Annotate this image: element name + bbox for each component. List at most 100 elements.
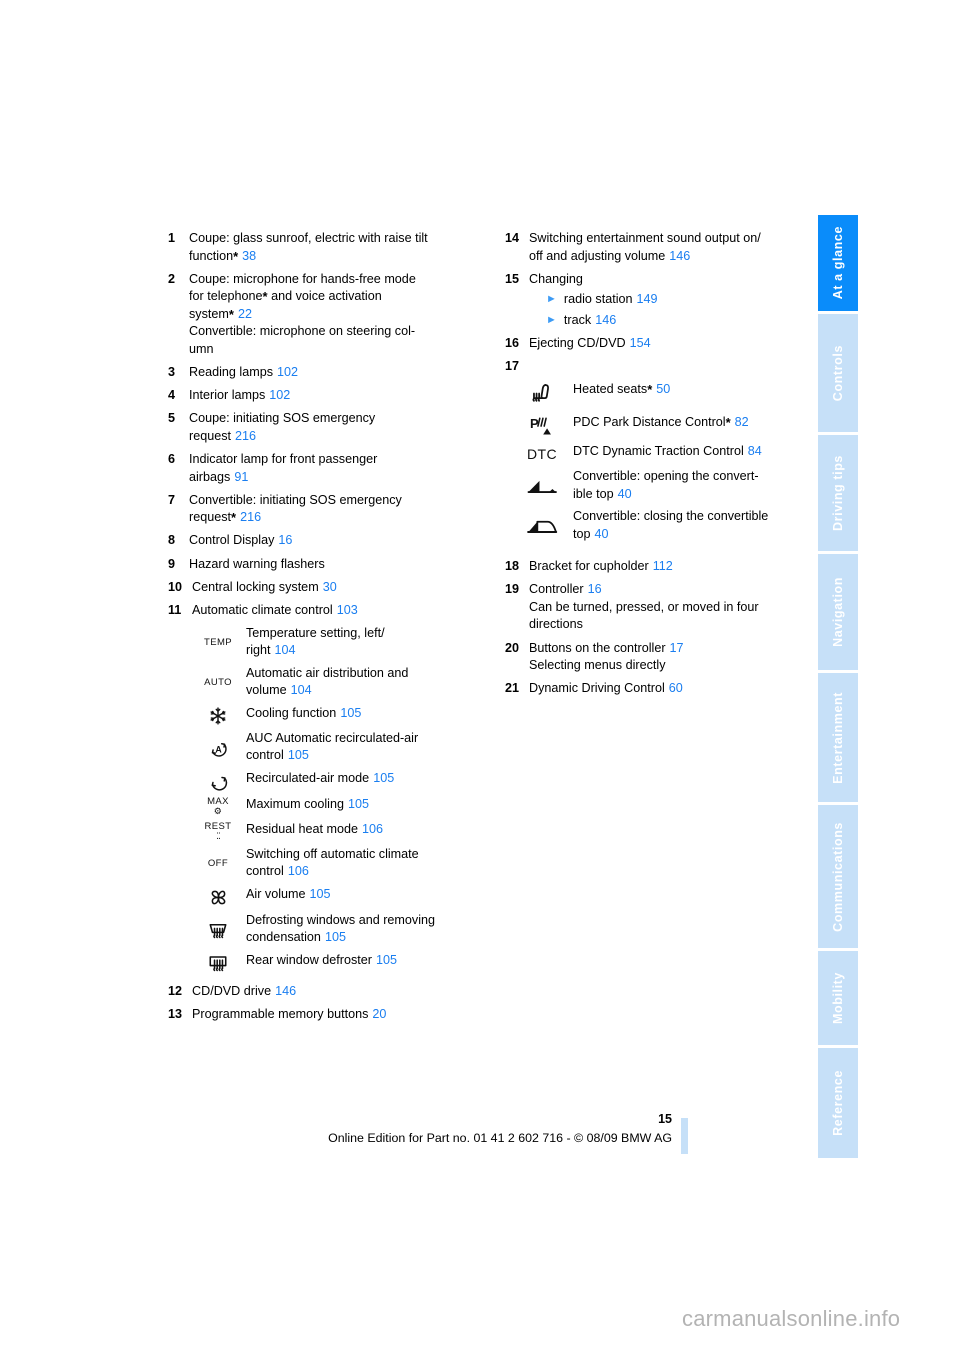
numbered-item: 12 CD/DVD drive 146 — [168, 983, 468, 1001]
item-body: Coupe: glass sunroof, electric with rais… — [189, 230, 468, 265]
page-reference-link[interactable]: 17 — [670, 641, 684, 655]
sidebar-tab-controls[interactable]: Controls — [818, 313, 858, 432]
page-reference-link[interactable]: 16 — [588, 582, 602, 596]
sidebar-tab-communications[interactable]: Communications — [818, 805, 858, 949]
entry-text: Ejecting CD/DVD — [529, 335, 626, 350]
sidebar-tab-mobility[interactable]: Mobility — [818, 951, 858, 1045]
icon-entry: MAX ⚙ Maximum cooling 105 — [190, 796, 468, 817]
item-body: Central locking system 30 — [192, 579, 468, 597]
page-reference-link[interactable]: 105 — [325, 930, 346, 944]
page-reference-link[interactable]: 146 — [595, 313, 616, 327]
page-reference-link[interactable]: 216 — [240, 510, 261, 524]
page-reference-link[interactable]: 105 — [288, 748, 309, 762]
entry-line: Reading lamps 102 — [189, 364, 468, 382]
page-reference-link[interactable]: 82 — [735, 415, 749, 429]
entry-text: Hazard warning flashers — [189, 556, 325, 571]
footer-copyright: Online Edition for Part no. 01 41 2 602 … — [328, 1131, 672, 1145]
page-reference-link[interactable]: 16 — [278, 533, 292, 547]
entry-line: Bracket for cupholder 112 — [529, 558, 805, 576]
page-reference-link[interactable]: 104 — [291, 683, 312, 697]
page-reference-link[interactable]: 105 — [373, 771, 394, 785]
item-body: Coupe: microphone for hands-free mode for… — [189, 271, 468, 359]
page-reference-link[interactable]: 30 — [323, 580, 337, 594]
page-reference-link[interactable]: 154 — [630, 336, 651, 350]
page-reference-link[interactable]: 50 — [656, 382, 670, 396]
snowflake-icon — [190, 705, 246, 726]
entry-line: request* 216 — [189, 509, 468, 527]
sidebar-tab-entertainment[interactable]: Entertainment — [818, 673, 858, 803]
icon-entry: P PDC Park Distance Control* 82 — [511, 414, 805, 439]
sidebar-tab-label: At a glance — [830, 226, 845, 300]
convertible-open-icon — [511, 468, 573, 504]
sub-item-text: radio station 149 — [563, 292, 658, 307]
page-reference-link[interactable]: 106 — [362, 822, 383, 836]
numbered-item: 11 Automatic climate control 103 — [168, 602, 468, 620]
optional-equipment-asterisk: * — [647, 382, 653, 398]
page-reference-link[interactable]: 38 — [242, 249, 256, 263]
entry-line: Coupe: initiating SOS emergency — [189, 410, 468, 428]
entry-text: airbags — [189, 469, 231, 484]
icon-entry-label: PDC Park Distance Control* 82 — [573, 414, 805, 432]
icon-entry-label: AUC Automatic recirculated-air control 105 — [246, 730, 468, 765]
page-reference-link[interactable]: 105 — [376, 953, 397, 967]
entry-line: Convertible: initiating SOS emergency — [189, 492, 468, 510]
page-reference-link[interactable]: 216 — [235, 429, 256, 443]
page-reference-link[interactable]: 40 — [595, 527, 609, 541]
icon-entry-label: DTC Dynamic Traction Control 84 — [573, 443, 805, 461]
page-number: 15 — [658, 1112, 672, 1126]
page-reference-link[interactable]: 102 — [277, 365, 298, 379]
sidebar-tab-at-a-glance[interactable]: At a glance — [818, 215, 858, 311]
icon-entry-label: Heated seats* 50 — [573, 381, 805, 399]
page-reference-link[interactable]: 105 — [340, 706, 361, 720]
page-reference-link[interactable]: 102 — [269, 388, 290, 402]
page-reference-link[interactable]: 105 — [348, 797, 369, 811]
item-number: 18 — [505, 559, 520, 574]
sidebar-tab-label: Entertainment — [830, 691, 845, 784]
entry-text: Controller — [529, 582, 584, 597]
item-number: 12 — [168, 983, 183, 998]
item-body: Reading lamps 102 — [189, 364, 468, 382]
item-body: Control Display 16 — [189, 532, 468, 550]
page-reference-link[interactable]: 104 — [275, 643, 296, 657]
page-reference-link[interactable]: 103 — [337, 603, 358, 617]
entry-text: directions — [529, 617, 583, 632]
entry-text: umn — [189, 342, 214, 357]
numbered-item: 7 Convertible: initiating SOS emergency re… — [168, 492, 468, 527]
page-reference-link[interactable]: 112 — [653, 559, 673, 573]
icon-label-line: ible top 40 — [573, 486, 632, 501]
entry-text: Switching entertainment sound output on/ — [529, 231, 761, 245]
item-body: CD/DVD drive 146 — [192, 983, 468, 1001]
numbered-item: 10 Central locking system 30 — [168, 579, 468, 597]
page-reference-link[interactable]: 105 — [310, 887, 331, 901]
entry-text: Coupe: glass sunroof, electric with rais… — [189, 231, 428, 245]
entry-text: Dynamic Driving Control — [529, 681, 665, 696]
entry-text: Reading lamps — [189, 365, 274, 380]
sidebar-tab-driving-tips[interactable]: Driving tips — [818, 434, 858, 551]
sidebar-tab-reference[interactable]: Reference — [818, 1047, 858, 1158]
item-number: 10 — [168, 579, 183, 594]
icon-entry: Convertible: closing the convertible top 4… — [511, 508, 805, 544]
entry-text: Convertible: initiating SOS emergency — [189, 492, 402, 507]
numbered-item: 5 Coupe: initiating SOS emergency request 2… — [168, 410, 468, 445]
page-reference-link[interactable]: 60 — [669, 681, 683, 695]
page-reference-link[interactable]: 91 — [234, 470, 248, 484]
icon-label-line: volume 104 — [246, 683, 312, 698]
page-reference-link[interactable]: 22 — [238, 307, 252, 321]
rear-defrost-icon — [190, 952, 246, 973]
entry-line: Selecting menus directly — [529, 657, 805, 675]
icon-label-line: control 105 — [246, 748, 309, 763]
page-reference-link[interactable]: 146 — [669, 249, 690, 263]
page-reference-link[interactable]: 20 — [372, 1007, 386, 1021]
icon-label-line: Residual heat mode 106 — [246, 821, 384, 836]
page-reference-link[interactable]: 84 — [748, 444, 762, 458]
page-reference-link[interactable]: 149 — [637, 292, 658, 306]
item-body: Switching entertainment sound output on/… — [529, 230, 805, 265]
icon-entry: TEMP Temperature setting, left/right 104 — [190, 625, 468, 661]
windshield-defrost-icon — [190, 912, 246, 948]
page-reference-link[interactable]: 106 — [288, 864, 309, 878]
icon-entry-label: Rear window defroster 105 — [246, 952, 468, 970]
page-reference-link[interactable]: 40 — [618, 487, 632, 501]
page-reference-link[interactable]: 146 — [275, 984, 296, 998]
sidebar-tab-navigation[interactable]: Navigation — [818, 553, 858, 671]
entry-text: Control Display — [189, 533, 275, 548]
